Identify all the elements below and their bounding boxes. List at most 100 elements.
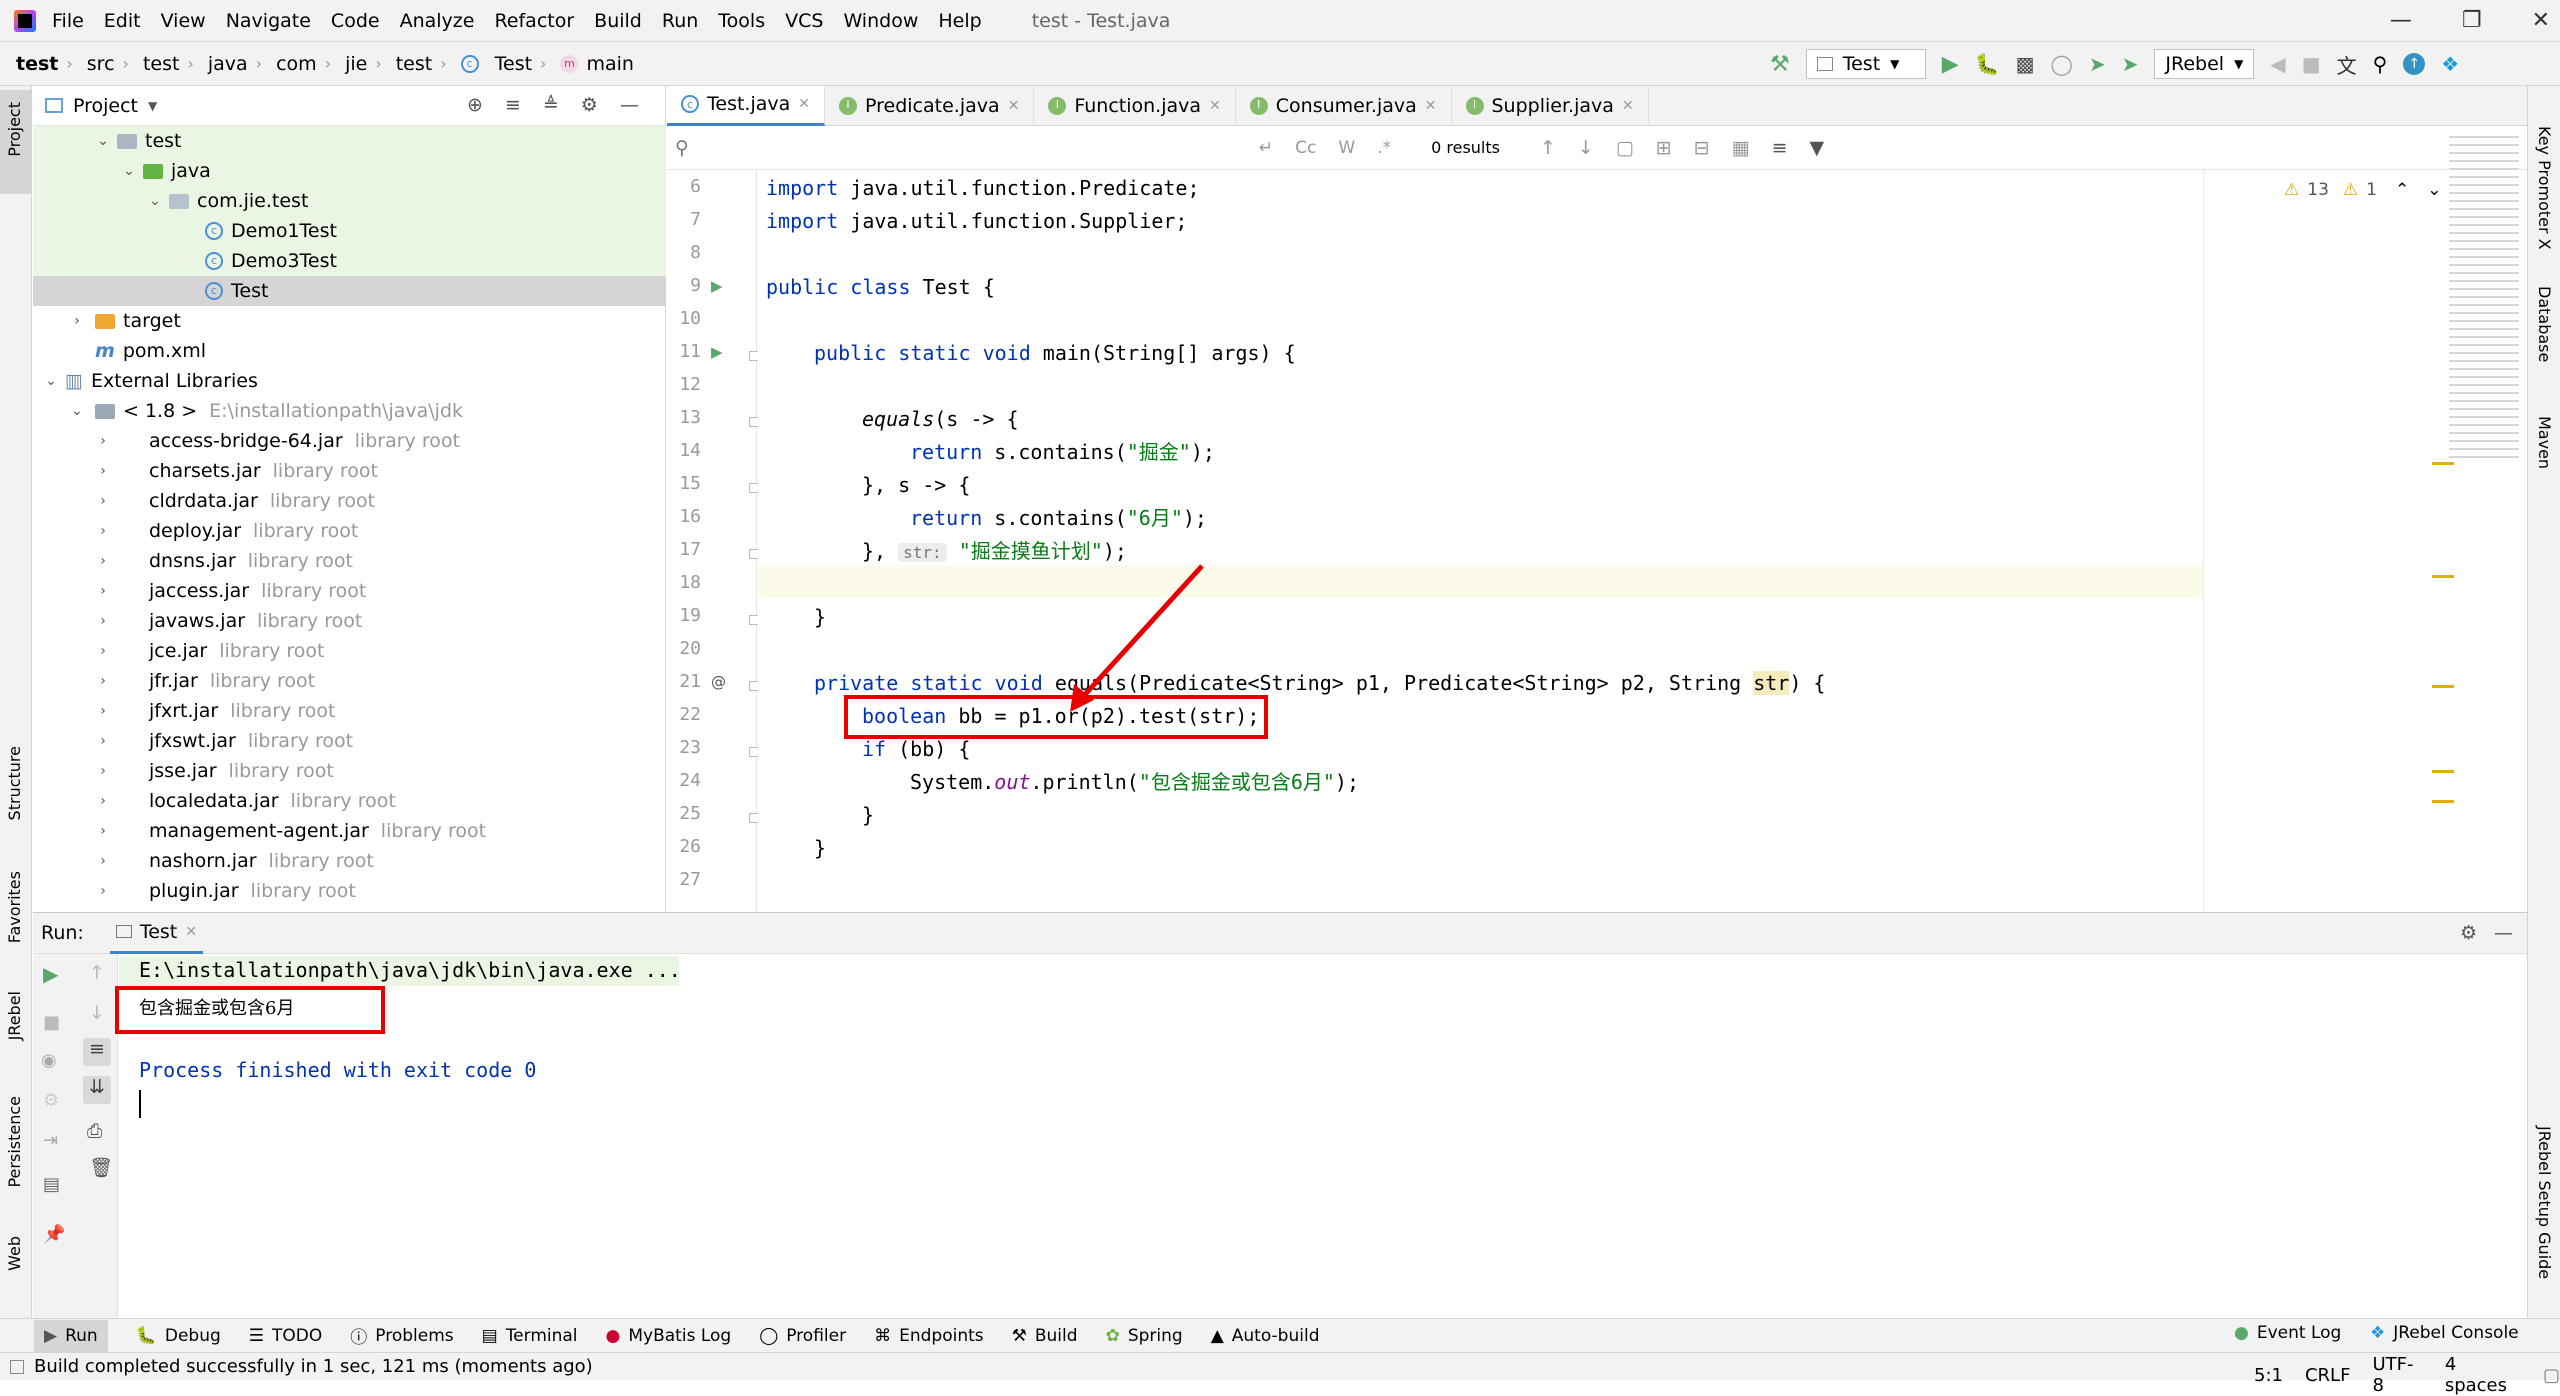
down-arrow-icon[interactable]: ↓ [89, 1002, 105, 1024]
close-tab-icon[interactable]: ✕ [1209, 98, 1221, 114]
menu-code[interactable]: Code [331, 10, 380, 32]
tree-node[interactable]: › target [33, 306, 666, 336]
chevron-right-icon[interactable]: › [95, 793, 111, 809]
breadcrumb-test-pkg[interactable]: test [396, 53, 433, 75]
close-tab-icon[interactable]: ✕ [1622, 98, 1634, 114]
build-hammer-icon[interactable]: ⚒ [1770, 52, 1790, 77]
menu-build[interactable]: Build [594, 10, 642, 32]
build-tool-button[interactable]: ⚒ Build [1012, 1326, 1078, 1346]
tree-node-jar[interactable]: › access-bridge-64.jar library root [33, 426, 666, 456]
stop-icon[interactable]: ■ [43, 1012, 60, 1033]
jrebel-setup-guide-tab[interactable]: JRebel Setup Guide [2535, 1126, 2554, 1279]
previous-occurrence-icon[interactable]: ↑ [1540, 137, 1556, 159]
breadcrumb-java[interactable]: java [208, 53, 248, 75]
expand-all-icon[interactable]: ≡ [505, 94, 521, 116]
chevron-down-icon[interactable]: ⌄ [2427, 180, 2441, 200]
close-icon[interactable]: ✕ [2532, 8, 2550, 33]
chevron-right-icon[interactable]: › [95, 643, 111, 659]
exit-icon[interactable]: ⇥ [43, 1130, 58, 1151]
locate-icon[interactable]: ⊕ [467, 94, 483, 116]
tree-node-jar[interactable]: › jce.jar library root [33, 636, 666, 666]
chevron-down-icon[interactable]: ⌄ [95, 133, 111, 149]
tree-node-jar[interactable]: › plugin.jar library root [33, 876, 666, 906]
chevron-right-icon[interactable]: › [69, 313, 85, 329]
tab-test-java[interactable]: c Test.java ✕ [667, 85, 825, 126]
chevron-right-icon[interactable]: › [95, 883, 111, 899]
breadcrumb-class[interactable]: Test [495, 53, 532, 75]
settings-icon[interactable]: ⚙ [43, 1090, 59, 1111]
soft-wrap-icon[interactable]: ≡ [83, 1038, 111, 1066]
chevron-right-icon[interactable]: › [95, 583, 111, 599]
tree-node-jar[interactable]: › charsets.jar library root [33, 456, 666, 486]
words-toggle[interactable]: W [1338, 138, 1355, 158]
coverage-icon[interactable]: ▩ [2016, 52, 2035, 76]
jrebel-logo-icon[interactable]: ❖ [2441, 52, 2459, 76]
chevron-down-icon[interactable]: ⌄ [43, 373, 59, 389]
run-config-select[interactable]: Test ▼ [1805, 49, 1926, 79]
jrebel-tool-tab[interactable]: JRebel [5, 991, 24, 1040]
run-gutter-icon[interactable]: ▶ [711, 343, 723, 361]
indent-setting[interactable]: 4 spaces [2445, 1354, 2521, 1396]
minimize-icon[interactable]: — [2390, 8, 2412, 33]
menu-view[interactable]: View [161, 10, 206, 32]
tree-node-jar[interactable]: › jfr.jar library root [33, 666, 666, 696]
tab-consumer-java[interactable]: I Consumer.java ✕ [1236, 85, 1452, 126]
debug-icon[interactable]: 🐛 [1975, 52, 2000, 76]
select-all-icon[interactable]: ▦ [1732, 137, 1750, 159]
problems-tool-button[interactable]: ⓘ Problems [350, 1323, 453, 1349]
tree-node-jar[interactable]: › javaws.jar library root [33, 606, 666, 636]
breadcrumb-project[interactable]: test [16, 53, 58, 75]
chevron-right-icon[interactable]: › [95, 613, 111, 629]
match-case-toggle[interactable]: Cc [1295, 138, 1316, 158]
event-log-button[interactable]: ● Event Log [2234, 1323, 2341, 1343]
tree-node-jar[interactable]: › jaccess.jar library root [33, 576, 666, 606]
menu-analyze[interactable]: Analyze [400, 10, 475, 32]
project-tool-tab[interactable]: Project [0, 90, 31, 194]
tree-node[interactable]: ⌄ java [33, 156, 666, 186]
find-input[interactable] [689, 133, 1109, 163]
code-editor[interactable]: import java.util.function.Predicate; imp… [758, 170, 2203, 912]
jrebel-debug-icon[interactable]: ➤ [2122, 52, 2139, 76]
breadcrumb-jie[interactable]: jie [345, 53, 367, 75]
minimap[interactable] [2449, 130, 2519, 460]
run-console[interactable]: E:\installationpath\java\jdk\bin\java.ex… [115, 954, 2527, 1318]
breadcrumb-method[interactable]: main [586, 53, 633, 75]
tree-node[interactable]: ⌄ test [33, 126, 666, 156]
attach-icon[interactable]: ◀ [2270, 52, 2285, 76]
override-gutter-icon[interactable]: @ [711, 673, 726, 691]
chevron-right-icon[interactable]: › [95, 673, 111, 689]
maximize-icon[interactable]: ❐ [2462, 8, 2482, 33]
print-icon[interactable]: ⎙ [87, 1120, 102, 1142]
jrebel-select[interactable]: JRebel ▼ [2154, 49, 2255, 79]
menu-window[interactable]: Window [843, 10, 918, 32]
tree-node[interactable]: ⌄ < 1.8 > E:\installationpath\java\jdk [33, 396, 666, 426]
chevron-right-icon[interactable]: › [95, 763, 111, 779]
remove-occurrence-icon[interactable]: ⊟ [1694, 137, 1710, 159]
camera-icon[interactable]: ◉ [41, 1050, 57, 1071]
tree-node-jar[interactable]: › cldrdata.jar library root [33, 486, 666, 516]
jrebel-console-button[interactable]: ❖ JRebel Console [2370, 1323, 2519, 1343]
chevron-right-icon[interactable]: › [95, 823, 111, 839]
tree-node-jar[interactable]: › jfxswt.jar library root [33, 726, 666, 756]
chevron-right-icon[interactable]: › [95, 853, 111, 869]
close-tab-icon[interactable]: ✕ [1425, 98, 1437, 114]
tree-node[interactable]: ⌄ com.jie.test [33, 186, 666, 216]
up-arrow-icon[interactable]: ↑ [89, 962, 105, 984]
gear-icon[interactable]: ⚙ [2460, 922, 2477, 944]
todo-tool-button[interactable]: ☰ TODO [249, 1326, 323, 1346]
breadcrumb-test[interactable]: test [143, 53, 180, 75]
database-tab[interactable]: Database [2535, 286, 2554, 362]
search-icon[interactable]: ⚲ [2373, 52, 2388, 76]
run-icon[interactable]: ▶ [1942, 52, 1959, 77]
layout-icon[interactable]: ▤ [43, 1174, 60, 1195]
stop-icon[interactable]: ■ [2302, 52, 2321, 76]
breadcrumb-src[interactable]: src [87, 53, 115, 75]
run-gutter-icon[interactable]: ▶ [711, 277, 723, 295]
caret-position[interactable]: 5:1 [2254, 1365, 2283, 1386]
endpoints-tool-button[interactable]: ⌘ Endpoints [874, 1326, 984, 1346]
key-promoter-tab[interactable]: Key Promoter X [2535, 126, 2554, 250]
tree-node[interactable]: ⌄ ▥ External Libraries [33, 366, 666, 396]
hide-icon[interactable]: — [620, 94, 639, 116]
tree-node[interactable]: c Demo1Test [33, 216, 666, 246]
tree-node-jar[interactable]: › jfxrt.jar library root [33, 696, 666, 726]
